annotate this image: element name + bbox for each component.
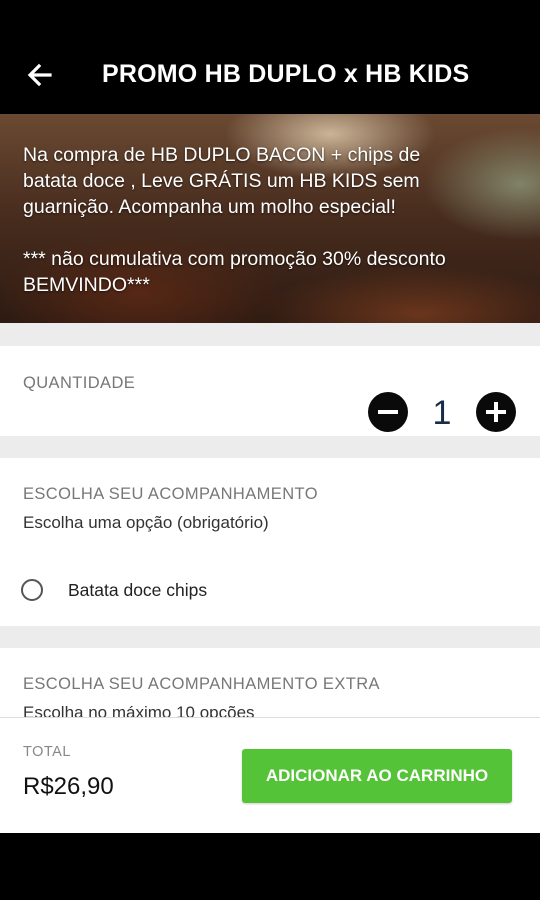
cart-footer: TOTAL R$26,90 ADICIONAR AO CARRINHO: [0, 717, 540, 834]
quantity-stepper: 1: [368, 392, 516, 434]
acompanhamento-title: ESCOLHA SEU ACOMPANHAMENTO: [23, 485, 318, 503]
quantity-label: QUANTIDADE: [23, 374, 136, 392]
system-nav-area: [0, 833, 540, 900]
promo-banner: Na compra de HB DUPLO BACON + chips de b…: [0, 114, 540, 323]
add-to-cart-button[interactable]: ADICIONAR AO CARRINHO: [242, 749, 512, 803]
options-scroll-area[interactable]: QUANTIDADE 1 ESCOLHA SEU ACOMPANHAMENTO …: [0, 323, 540, 717]
option-label[interactable]: Batata doce chips: [68, 580, 207, 601]
back-button[interactable]: [20, 56, 60, 96]
arrow-left-icon: [27, 63, 52, 87]
promo-description: Na compra de HB DUPLO BACON + chips de b…: [23, 142, 523, 298]
acompanhamento-subtitle: Escolha uma opção (obrigatório): [23, 513, 269, 532]
quantity-section: QUANTIDADE 1: [0, 346, 540, 436]
page-title: PROMO HB DUPLO x HB KIDS: [102, 60, 470, 88]
promo-line: guarnição. Acompanha um molho especial!: [23, 196, 396, 218]
radio-batata-doce-chips[interactable]: [21, 579, 43, 601]
app-bar: PROMO HB DUPLO x HB KIDS: [0, 0, 540, 114]
decrease-quantity-button[interactable]: [368, 392, 408, 432]
promo-line: batata doce , Leve GRÁTIS um HB KIDS sem: [23, 170, 420, 192]
acompanhamento-extra-title: ESCOLHA SEU ACOMPANHAMENTO EXTRA: [23, 675, 380, 693]
acompanhamento-extra-subtitle: Escolha no máximo 10 opções: [23, 703, 255, 717]
total-label: TOTAL: [23, 744, 71, 760]
increase-quantity-button[interactable]: [476, 392, 516, 432]
acompanhamento-extra-section: ESCOLHA SEU ACOMPANHAMENTO EXTRA Escolha…: [0, 648, 540, 717]
promo-disclaimer: *** não cumulativa com promoção 30% desc…: [23, 248, 446, 270]
acompanhamento-section: ESCOLHA SEU ACOMPANHAMENTO Escolha uma o…: [0, 458, 540, 626]
quantity-value: 1: [432, 394, 452, 432]
promo-disclaimer: BEMVINDO***: [23, 274, 150, 296]
promo-line: Na compra de HB DUPLO BACON + chips de: [23, 144, 421, 166]
total-value: R$26,90: [23, 773, 114, 800]
